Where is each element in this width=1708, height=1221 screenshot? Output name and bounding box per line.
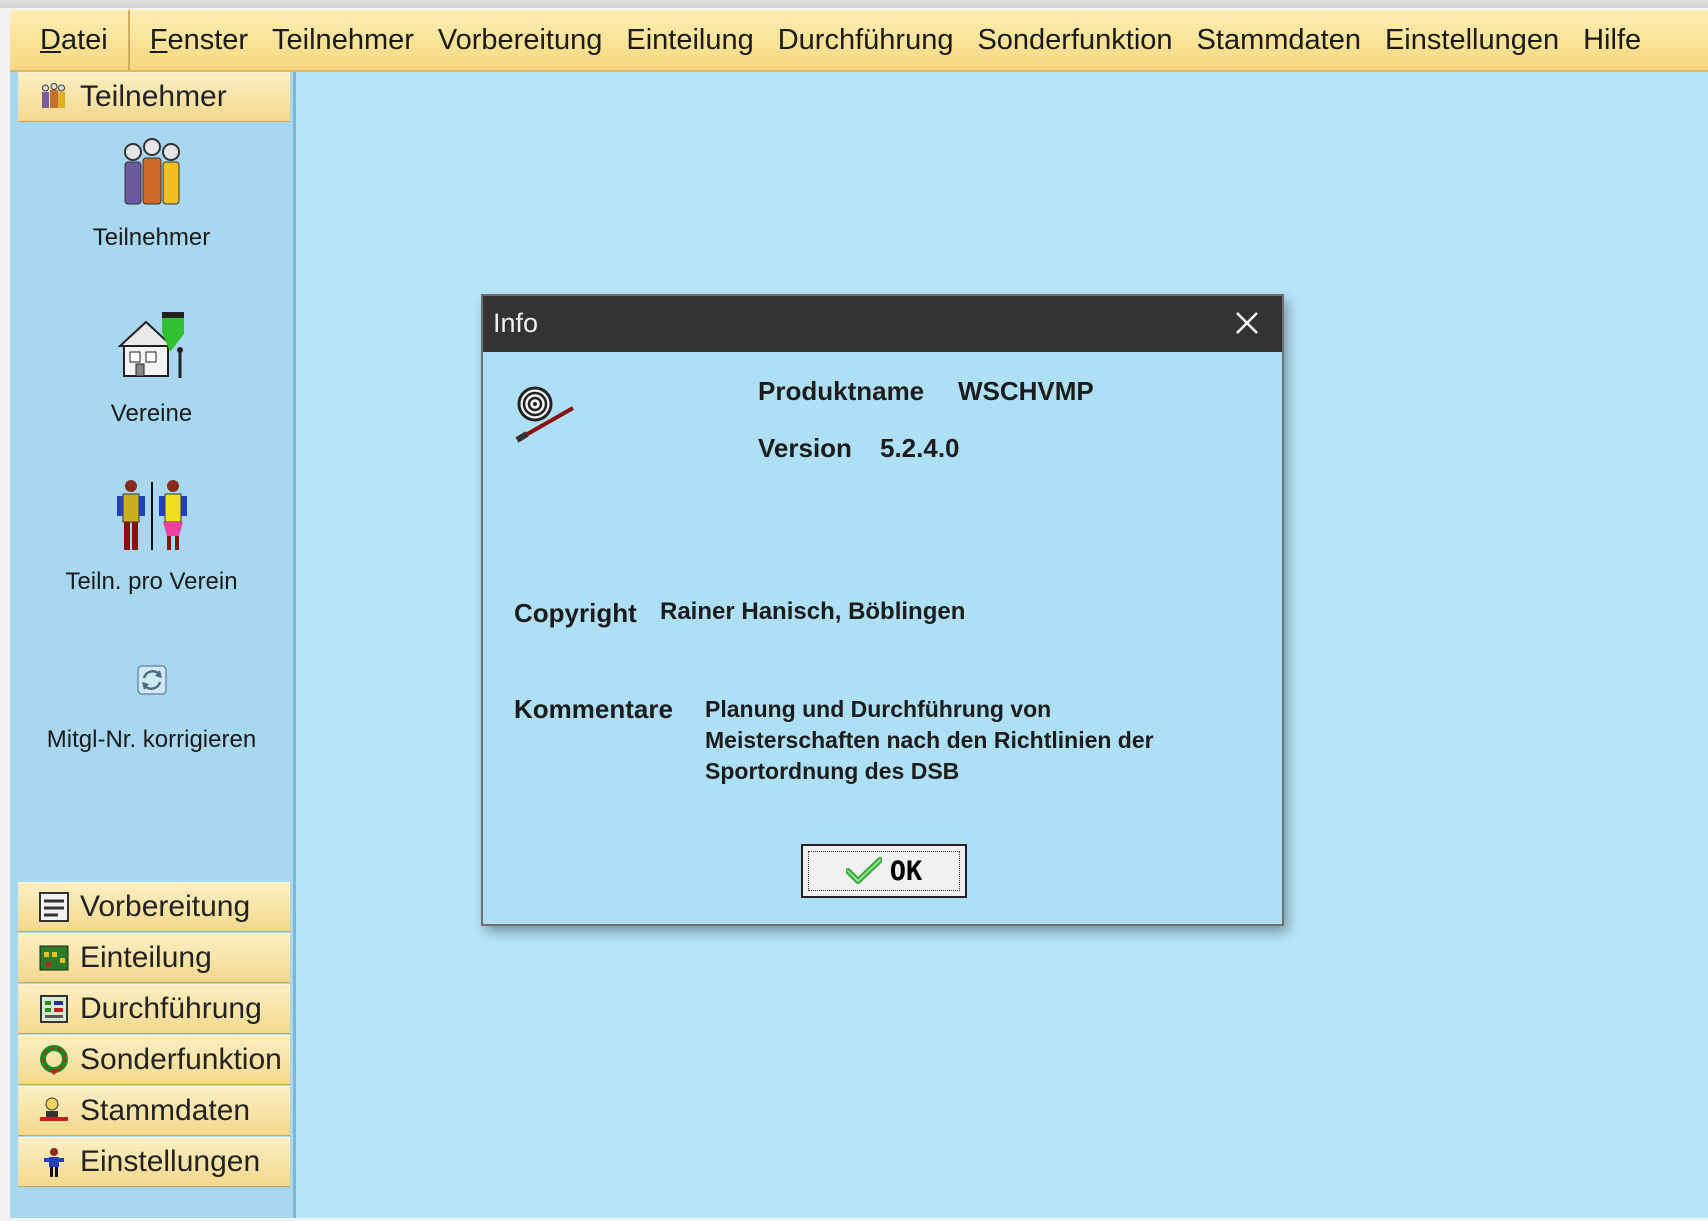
ok-button-label: OK	[889, 855, 923, 887]
grid-assignment-icon	[38, 942, 70, 974]
copyright-label: Copyright	[514, 598, 637, 628]
version-label: Version	[758, 433, 852, 463]
copyright-value: Rainer Hanisch, Böblingen	[660, 598, 966, 625]
menu-bar: Datei Fenster Teilnehmer Vorbereitung Ei…	[10, 10, 1708, 72]
sidebar-item-mitgl-nr-korrigieren[interactable]: Mitgl-Nr. korrigieren	[10, 660, 293, 754]
comments-line: Sportordnung des DSB	[705, 758, 960, 784]
comments-line: Meisterschaften nach den Richtlinien der	[705, 727, 1154, 753]
group-header-einstellungen[interactable]: Einstellungen	[18, 1137, 290, 1187]
ok-button[interactable]: OK	[801, 844, 967, 898]
group-header-label: Vorbereitung	[80, 890, 251, 923]
preparation-icon	[38, 891, 70, 923]
group-header-vorbereitung[interactable]: Vorbereitung	[18, 882, 290, 932]
menu-durchfuehrung[interactable]: Durchführung	[766, 10, 966, 70]
scoresheet-icon	[38, 993, 70, 1025]
refresh-icon	[132, 660, 172, 700]
comments-text: Planung und Durchführung von Meisterscha…	[705, 694, 1154, 787]
menu-stammdaten[interactable]: Stammdaten	[1185, 10, 1373, 70]
group-header-label: Teilnehmer	[80, 80, 227, 113]
window-left-edge	[0, 10, 10, 1221]
menu-teilnehmer[interactable]: Teilnehmer	[260, 10, 426, 70]
sidebar-item-teilnehmer[interactable]: Teilnehmer	[10, 134, 293, 252]
group-header-durchfuehrung[interactable]: Durchführung	[18, 984, 290, 1034]
product-name-label: Produktname	[758, 376, 925, 406]
sidebar-item-label: Vereine	[110, 400, 193, 427]
sidebar-item-teiln-pro-verein[interactable]: Teiln. pro Verein	[10, 478, 293, 596]
sidebar-item-vereine[interactable]: Vereine	[10, 312, 293, 428]
group-header-sonderfunktion[interactable]: Sonderfunktion	[18, 1035, 290, 1085]
sidebar-item-label: Mitgl-Nr. korrigieren	[46, 726, 257, 753]
group-header-label: Sonderfunktion	[80, 1043, 282, 1076]
menu-sonderfunktion[interactable]: Sonderfunktion	[965, 10, 1184, 70]
dialog-titlebar[interactable]: Info	[483, 296, 1282, 352]
group-header-teilnehmer[interactable]: Teilnehmer	[18, 72, 290, 122]
menu-hilfe[interactable]: Hilfe	[1571, 10, 1653, 70]
dialog-title: Info	[493, 308, 539, 338]
group-header-label: Einteilung	[80, 941, 212, 974]
sidebar-item-label: Teiln. pro Verein	[65, 568, 238, 595]
menu-fenster[interactable]: Fenster	[130, 10, 260, 70]
version-value: 5.2.4.0	[880, 433, 960, 463]
group-header-stammdaten[interactable]: Stammdaten	[18, 1086, 290, 1136]
wreath-icon	[38, 1044, 70, 1076]
menu-vorbereitung[interactable]: Vorbereitung	[426, 10, 614, 70]
application-window: Datei Fenster Teilnehmer Vorbereitung Ei…	[0, 0, 1708, 1221]
group-header-label: Stammdaten	[80, 1094, 251, 1127]
participants-small-icon	[38, 81, 70, 113]
members-per-club-icon	[113, 478, 191, 554]
comments-line: Planung und Durchführung von	[705, 696, 1052, 722]
group-header-label: Einstellungen	[80, 1145, 261, 1178]
settings-person-icon	[38, 1146, 70, 1178]
focus-rectangle	[808, 851, 960, 891]
group-header-einteilung[interactable]: Einteilung	[18, 933, 290, 983]
participants-icon	[117, 134, 187, 210]
close-icon[interactable]	[1230, 306, 1264, 340]
menu-einteilung[interactable]: Einteilung	[614, 10, 765, 70]
person-desk-icon	[38, 1095, 70, 1127]
clubs-house-icon	[112, 312, 192, 384]
menu-datei[interactable]: Datei	[10, 10, 130, 70]
comments-label: Kommentare	[514, 694, 673, 724]
window-top-strip	[0, 0, 1708, 8]
info-dialog: Info Produktname WSCHVMP Version 5.2.4.0…	[481, 294, 1284, 926]
target-rifle-icon	[513, 384, 577, 446]
group-header-label: Durchführung	[80, 992, 262, 1025]
menu-einstellungen[interactable]: Einstellungen	[1373, 10, 1571, 70]
sidebar-item-label: Teilnehmer	[92, 224, 211, 251]
navigation-sidebar: Teilnehmer Teilnehmer Vereine Teiln. pro…	[10, 72, 296, 1218]
product-name-value: WSCHVMP	[958, 376, 1094, 406]
checkmark-icon	[844, 857, 883, 885]
